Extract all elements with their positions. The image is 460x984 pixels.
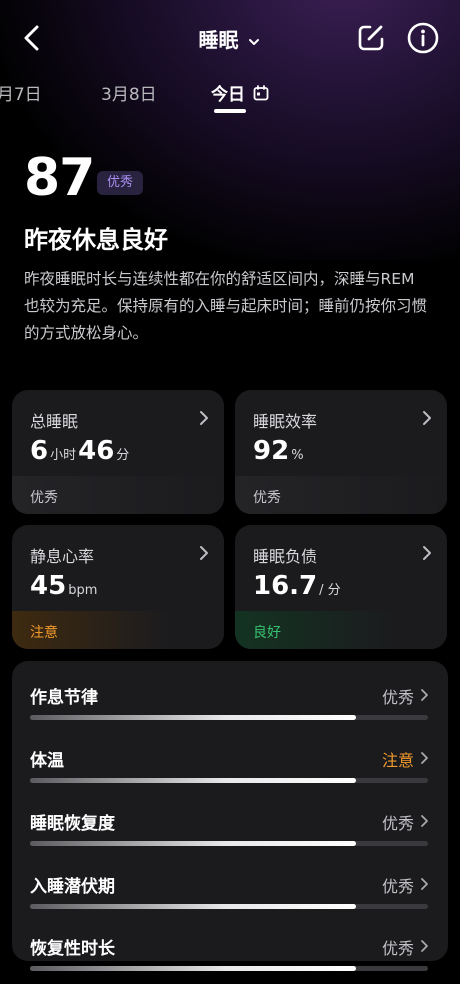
metric-status: 优秀 [381,939,414,958]
tab-today-label: 今日 [211,85,245,105]
card-resting-heart-rate[interactable]: 静息心率 45 bpm 注意 [12,525,224,649]
page-title: 睡眠 [198,28,239,52]
metric-bar [30,966,428,971]
tab-active-indicator [214,109,246,113]
metric-bar [30,778,428,783]
metric-name: 入睡潜伏期 [30,877,115,897]
info-button[interactable] [406,21,440,55]
metric-status: 优秀 [381,688,414,707]
metric-row-rhythm[interactable]: 作息节律 优秀 [30,683,430,733]
chevron-right-icon [198,545,210,565]
metric-row-recovery[interactable]: 睡眠恢复度 优秀 [30,809,430,859]
card-value: 92% [253,436,304,466]
sleep-score: 87 [24,148,95,208]
card-status: 优秀 [253,490,281,506]
metric-name: 恢复性时长 [30,939,115,959]
summary-headline: 昨夜休息良好 [24,226,168,254]
card-label: 总睡眠 [30,412,79,431]
chevron-right-icon [420,750,430,769]
metric-bar [30,904,428,909]
metric-status: 优秀 [381,814,414,833]
chevron-right-icon [198,410,210,430]
card-label: 睡眠效率 [253,412,318,431]
chevron-right-icon [421,545,433,565]
card-sleep-debt[interactable]: 睡眠负债 16.7/ 分 良好 [235,525,447,649]
metric-status: 优秀 [381,877,414,896]
card-status: 注意 [30,625,58,641]
metric-row-sleep-latency[interactable]: 入睡潜伏期 优秀 [30,872,430,922]
info-icon [407,22,439,54]
card-total-sleep[interactable]: 总睡眠 6 小时46 分 优秀 [12,390,224,514]
page-title-dropdown[interactable]: 睡眠 [0,24,460,54]
chevron-right-icon [420,813,430,832]
chevron-right-icon [420,876,430,895]
metric-row-temperature[interactable]: 体温 注意 [30,746,430,796]
metric-status: 注意 [381,751,414,770]
tab-date-prev1[interactable]: 3月8日 [101,80,157,105]
metric-name: 作息节律 [30,688,98,708]
card-value: 45 bpm [30,571,98,601]
chevron-right-icon [421,410,433,430]
metrics-list: 作息节律 优秀 体温 注意 睡眠恢复度 优秀 入睡潜伏期 优秀 恢复性时长 优秀 [12,661,448,971]
tab-today[interactable]: 今日 [211,80,269,105]
calendar-icon [253,85,269,101]
score-badge: 优秀 [97,171,144,195]
card-label: 睡眠负债 [253,547,318,566]
chevron-right-icon [420,687,430,706]
metric-name: 睡眠恢复度 [30,814,115,834]
edit-button[interactable] [355,22,387,54]
card-status: 优秀 [30,490,58,506]
card-sleep-efficiency[interactable]: 睡眠效率 92% 优秀 [235,390,447,514]
metric-bar [30,715,428,720]
summary-description: 昨夜睡眠时长与连续性都在你的舒适区间内，深睡与REM 也较为充足。保持原有的入睡… [24,270,428,342]
chevron-down-icon [247,30,261,54]
card-value: 16.7/ 分 [253,571,341,601]
metric-row-restorative-duration[interactable]: 恢复性时长 优秀 [30,934,430,984]
metric-name: 体温 [30,751,64,771]
card-label: 静息心率 [30,547,95,566]
metric-bar [30,841,428,846]
card-value: 6 小时46 分 [30,436,130,466]
card-status: 良好 [253,625,281,641]
edit-icon [358,25,384,51]
tab-date-prev2[interactable]: 3月7日 [0,80,42,105]
